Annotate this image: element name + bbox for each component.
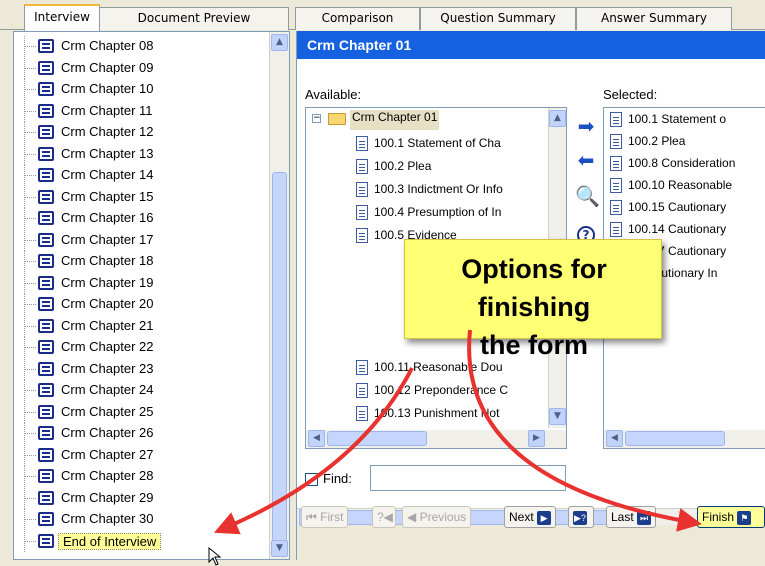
arrow-to-finish: [467, 329, 702, 532]
arrow-to-end-of-interview: [213, 367, 414, 535]
annotation-arrows: [213, 329, 702, 535]
tab-interview[interactable]: Interview: [24, 4, 100, 31]
mouse-cursor-icon: [208, 547, 222, 566]
